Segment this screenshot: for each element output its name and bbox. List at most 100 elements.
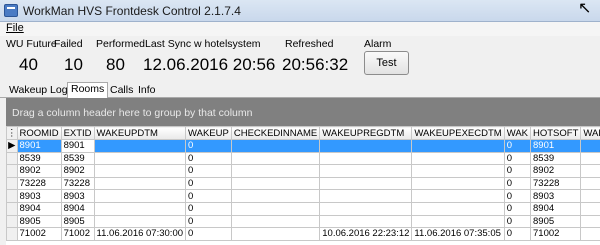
cell-checkedinname[interactable] <box>230 227 321 241</box>
cell-checkedinname[interactable] <box>230 151 321 166</box>
row-selector[interactable] <box>6 189 18 203</box>
cell-wakeupdtm[interactable] <box>93 214 187 229</box>
cell-extid[interactable]: 71002 <box>60 227 95 241</box>
cell-wak[interactable]: 0 <box>503 176 532 191</box>
cell-wak[interactable]: 0 <box>503 164 532 178</box>
cell-wak[interactable]: 0 <box>503 189 532 203</box>
cell-wakeupatt[interactable] <box>580 151 600 166</box>
table-row[interactable]: ▶89018901008901DL <box>6 139 600 153</box>
cell-extid[interactable]: 8901 <box>60 139 95 153</box>
cell-wakeupatt[interactable] <box>580 214 600 229</box>
cell-roomid[interactable]: 8901 <box>16 139 62 153</box>
table-row[interactable]: 89028902008902DL <box>6 164 600 178</box>
cell-wakeup[interactable]: 0 <box>185 214 232 229</box>
cell-wakeupdtm[interactable]: 11.06.2016 07:30:00 <box>93 227 187 241</box>
column-header-wakeupregdtm[interactable]: WAKEUPREGDTM <box>319 126 413 140</box>
grid-corner[interactable]: ⋮ <box>6 126 18 140</box>
cell-roomid[interactable]: 73228 <box>16 176 62 191</box>
cell-wakeupexecdtm[interactable] <box>411 189 505 203</box>
cell-wak[interactable]: 0 <box>503 151 532 166</box>
cell-checkedinname[interactable] <box>230 176 321 191</box>
cell-wakeupexecdtm[interactable] <box>411 151 505 166</box>
cell-wakeupregdtm[interactable] <box>319 201 413 216</box>
tab-info[interactable]: Info <box>135 84 159 98</box>
cell-hotsoft[interactable]: 8901 <box>529 139 582 153</box>
cell-roomid[interactable]: 8539 <box>16 151 62 166</box>
cell-wakeupatt[interactable] <box>580 189 600 203</box>
cell-wakeup[interactable]: 0 <box>185 189 232 203</box>
cell-wakeupregdtm[interactable] <box>319 214 413 229</box>
cell-checkedinname[interactable] <box>230 189 321 203</box>
cell-extid[interactable]: 8902 <box>60 164 95 178</box>
cell-hotsoft[interactable]: 8905 <box>529 214 582 229</box>
cell-wakeupdtm[interactable] <box>93 139 187 153</box>
tab-calls[interactable]: Calls <box>107 84 136 98</box>
test-alarm-button[interactable]: Test <box>364 51 409 75</box>
cell-wakeupregdtm[interactable]: 10.06.2016 22:23:12 <box>319 227 413 241</box>
menu-file[interactable]: File <box>6 22 24 34</box>
cell-wakeup[interactable]: 0 <box>185 164 232 178</box>
cell-wakeupatt[interactable] <box>580 164 600 178</box>
table-row[interactable]: 89058905008905DL <box>6 214 600 229</box>
row-selector[interactable] <box>6 151 18 166</box>
column-header-wakeupexecdtm[interactable]: WAKEUPEXECDTM <box>411 126 505 140</box>
column-header-extid[interactable]: EXTID <box>60 126 95 140</box>
cell-checkedinname[interactable] <box>230 164 321 178</box>
column-header-wak[interactable]: WAK <box>503 126 532 140</box>
row-selector[interactable]: ▶ <box>6 139 18 153</box>
cell-wakeupregdtm[interactable] <box>319 189 413 203</box>
cell-wak[interactable]: 0 <box>503 214 532 229</box>
group-by-panel[interactable]: Drag a column header here to group by th… <box>6 98 600 126</box>
cell-wakeupdtm[interactable] <box>93 176 187 191</box>
cell-wakeup[interactable]: 0 <box>185 176 232 191</box>
cell-wakeupexecdtm[interactable]: 11.06.2016 07:35:05 <box>411 227 505 241</box>
cell-wakeupdtm[interactable] <box>93 189 187 203</box>
cell-extid[interactable]: 8905 <box>60 214 95 229</box>
table-row[interactable]: 89038903008903DL <box>6 189 600 203</box>
cell-wakeupdtm[interactable] <box>93 151 187 166</box>
tab-rooms[interactable]: Rooms <box>67 82 109 99</box>
cell-hotsoft[interactable]: 73228 <box>529 176 582 191</box>
cell-wak[interactable]: 0 <box>503 139 532 153</box>
cell-wakeupexecdtm[interactable] <box>411 201 505 216</box>
cell-wakeup[interactable]: 0 <box>185 139 232 153</box>
cell-checkedinname[interactable] <box>230 139 321 153</box>
cell-wakeupatt[interactable]: 4 <box>580 227 600 241</box>
cell-checkedinname[interactable] <box>230 214 321 229</box>
cell-extid[interactable]: 8903 <box>60 189 95 203</box>
row-selector[interactable] <box>6 227 18 241</box>
row-selector[interactable] <box>6 164 18 178</box>
cell-wakeupregdtm[interactable] <box>319 139 413 153</box>
cell-wakeup[interactable]: 0 <box>185 151 232 166</box>
cell-wakeup[interactable]: 0 <box>185 201 232 216</box>
cell-wakeupregdtm[interactable] <box>319 151 413 166</box>
tab-wakeup-log[interactable]: Wakeup Log <box>6 84 71 98</box>
cell-wak[interactable]: 0 <box>503 227 532 241</box>
cell-hotsoft[interactable]: 8902 <box>529 164 582 178</box>
column-header-wakeupdtm[interactable]: WAKEUPDTM <box>93 126 187 140</box>
cell-wakeupatt[interactable] <box>580 201 600 216</box>
column-header-checkedinname[interactable]: CHECKEDINNAME <box>230 126 321 140</box>
cell-roomid[interactable]: 71002 <box>16 227 62 241</box>
cell-roomid[interactable]: 8905 <box>16 214 62 229</box>
row-selector[interactable] <box>6 214 18 229</box>
cell-wakeupexecdtm[interactable] <box>411 164 505 178</box>
cell-wak[interactable]: 0 <box>503 201 532 216</box>
table-row[interactable]: 73228732280073228DL <box>6 176 600 191</box>
cell-wakeupregdtm[interactable] <box>319 164 413 178</box>
cell-wakeupexecdtm[interactable] <box>411 139 505 153</box>
cell-roomid[interactable]: 8904 <box>16 201 62 216</box>
cell-checkedinname[interactable] <box>230 201 321 216</box>
cell-roomid[interactable]: 8902 <box>16 164 62 178</box>
table-row[interactable]: 85398539008539DL <box>6 151 600 166</box>
cell-extid[interactable]: 8539 <box>60 151 95 166</box>
cell-extid[interactable]: 8904 <box>60 201 95 216</box>
cell-wakeupexecdtm[interactable] <box>411 176 505 191</box>
cell-hotsoft[interactable]: 8903 <box>529 189 582 203</box>
column-header-hotsoft[interactable]: HOTSOFT <box>529 126 582 140</box>
cell-hotsoft[interactable]: 8539 <box>529 151 582 166</box>
cell-hotsoft[interactable]: 71002 <box>529 227 582 241</box>
cell-wakeupexecdtm[interactable] <box>411 214 505 229</box>
cell-extid[interactable]: 73228 <box>60 176 95 191</box>
cell-wakeupregdtm[interactable] <box>319 176 413 191</box>
